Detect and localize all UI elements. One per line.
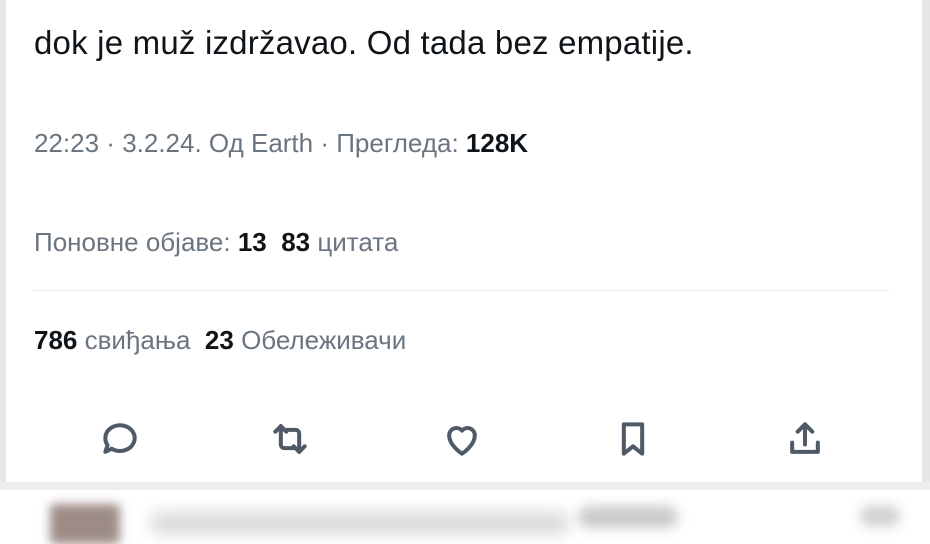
heart-icon [447,426,477,456]
quotes-count[interactable]: 83 [281,227,310,257]
bookmark-button[interactable] [608,414,658,464]
meta-separator: · [99,128,123,158]
bookmarks-count[interactable]: 23 [205,325,234,355]
bookmarks-label[interactable]: Обележивачи [234,325,406,355]
divider [32,290,890,291]
repost-arrows-icon [273,424,307,454]
tweet-date[interactable]: 3.2.24. [122,128,202,158]
views-label: Прегледа: [336,128,466,158]
quotes-label[interactable]: цитата [310,227,398,257]
tweet-text: dok je muž izdržavao. Od tada bez empati… [34,24,694,61]
reposts-quotes-row: Поновне објаве: 13 83 цитата [34,227,398,258]
tweet-time[interactable]: 22:23 [34,128,99,158]
section-divider [0,482,930,490]
tweet-source: Од Earth [201,128,314,158]
share-button[interactable] [780,414,830,464]
next-reply-row[interactable] [0,490,930,544]
share-upload-icon [790,422,820,454]
reposts-count[interactable]: 13 [238,227,267,257]
reply-button[interactable] [95,414,145,464]
reposts-label[interactable]: Поновне објаве: [34,227,238,257]
more-options-icon[interactable] [860,506,900,526]
speech-bubble-icon [103,423,137,454]
action-bar [0,414,930,464]
views-count: 128K [465,128,529,158]
likes-bookmarks-row: 786 свиђања 23 Обележивачи [34,325,406,356]
like-button[interactable] [437,414,487,464]
repost-button[interactable] [265,414,315,464]
reply-author-name [150,512,570,534]
avatar[interactable] [50,504,120,544]
likes-label[interactable]: свиђања [77,325,191,355]
bookmark-icon [621,422,645,456]
tweet-meta: 22:23 · 3.2.24. Од Earth · Прегледа: 128… [34,128,528,159]
meta-separator: · [313,128,337,158]
likes-count[interactable]: 786 [34,325,77,355]
